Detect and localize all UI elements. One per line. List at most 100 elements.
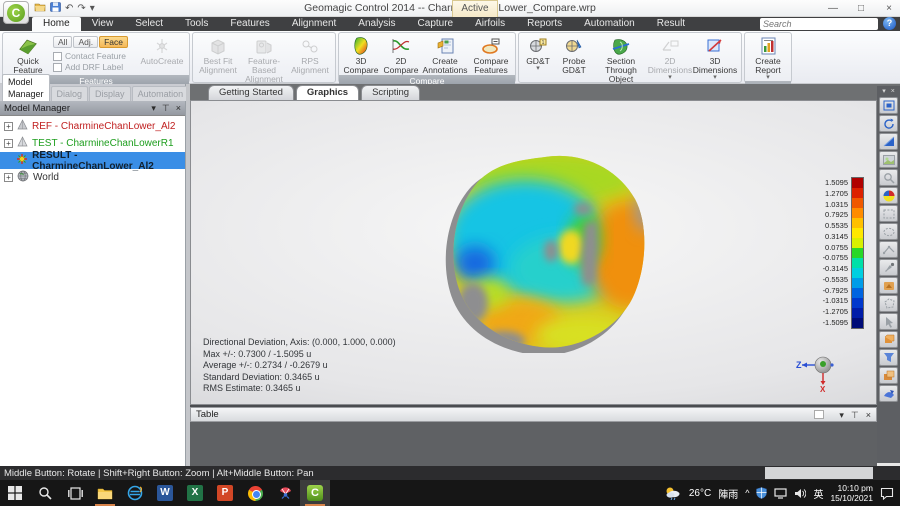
3d-dimensions-button[interactable]: 3D Dimensions ▾ <box>691 34 739 84</box>
filter-all-button[interactable]: All <box>53 36 72 48</box>
3d-dimensions-dropdown-icon[interactable]: ▾ <box>713 75 717 81</box>
probe-gdt-button[interactable]: Probe GD&T <box>555 34 593 84</box>
active-contextual-tab[interactable]: Active <box>452 0 498 17</box>
tree-item-world[interactable]: + World <box>0 169 185 186</box>
panel-close-icon[interactable]: × <box>176 103 181 113</box>
rotate-view-button[interactable] <box>879 115 898 132</box>
create-annotations-button[interactable]: Create Annotations <box>421 34 469 75</box>
best-fit-alignment-button[interactable]: Best Fit Alignment <box>195 34 241 84</box>
app-menu-button[interactable]: C <box>3 1 29 24</box>
weather-desc[interactable]: 陣雨 <box>718 486 738 501</box>
menu-tab-view[interactable]: View <box>81 17 125 31</box>
compare-features-button[interactable]: Compare Features <box>469 34 513 75</box>
maximize-button[interactable]: □ <box>854 3 868 14</box>
table-panel-button[interactable] <box>814 410 824 419</box>
search-input[interactable] <box>760 19 883 29</box>
table-close-icon[interactable]: × <box>866 410 871 420</box>
fit-view-button[interactable] <box>879 97 898 114</box>
menu-tab-features[interactable]: Features <box>219 17 280 31</box>
custom-region-button[interactable] <box>879 277 898 294</box>
powerpoint-button[interactable]: P <box>210 480 240 506</box>
table-menu-icon[interactable]: ▾ <box>839 410 844 420</box>
3d-deviation-model[interactable] <box>433 151 665 353</box>
taskbar-clock[interactable]: 10:10 pm 15/10/2021 <box>830 483 873 503</box>
menu-tab-select[interactable]: Select <box>124 17 174 31</box>
color-display-button[interactable] <box>879 187 898 204</box>
pointer-select-button[interactable] <box>879 313 898 330</box>
help-icon[interactable]: ? <box>883 17 896 30</box>
tab-getting-started[interactable]: Getting Started <box>208 85 294 100</box>
menu-tab-reports[interactable]: Reports <box>516 17 573 31</box>
feature-based-alignment-button[interactable]: Feature-Based Alignment <box>241 34 287 84</box>
2d-compare-button[interactable]: 2D Compare <box>381 34 421 75</box>
panel-tab-dialog[interactable]: Dialog <box>51 86 89 101</box>
file-explorer-button[interactable] <box>90 480 120 506</box>
autocreate-button[interactable]: AutoCreate <box>137 34 187 75</box>
capture-image-button[interactable] <box>879 151 898 168</box>
tree-item-result[interactable]: RESULT - CharmineChanLower_Al2 <box>0 152 185 169</box>
panel-pin-icon[interactable]: ⊤ <box>162 103 170 113</box>
internet-explorer-button[interactable] <box>120 480 150 506</box>
menu-tab-home[interactable]: Home <box>32 17 81 31</box>
menu-tab-automation[interactable]: Automation <box>573 17 646 31</box>
speaker-icon[interactable] <box>794 488 806 499</box>
line-select-button[interactable] <box>879 241 898 258</box>
panel-tab-display[interactable]: Display <box>89 86 131 101</box>
select-visible-button[interactable] <box>879 331 898 348</box>
3d-compare-button[interactable]: 3D Compare <box>341 34 381 75</box>
menu-tab-result[interactable]: Result <box>646 17 696 31</box>
menu-tab-alignment[interactable]: Alignment <box>281 17 347 31</box>
shaded-view-button[interactable] <box>879 133 898 150</box>
2d-dimensions-button[interactable]: 2D Dimensions ▾ <box>649 34 691 84</box>
select-through-button[interactable] <box>879 349 898 366</box>
tree-item-ref[interactable]: + REF - CharmineChanLower_Al2 <box>0 118 185 135</box>
menu-tab-airfoils[interactable]: Airfoils <box>464 17 516 31</box>
minimize-button[interactable]: — <box>826 3 840 14</box>
table-pin-icon[interactable]: ⊤ <box>851 410 859 420</box>
panel-tab-automation[interactable]: Automation <box>132 86 190 101</box>
input-language-indicator[interactable]: 英 <box>813 486 823 501</box>
expand-icon[interactable]: + <box>4 122 13 131</box>
toolbar-collapse-icon[interactable]: ▾ <box>882 88 886 95</box>
menu-tab-analysis[interactable]: Analysis <box>347 17 406 31</box>
filter-adj-button[interactable]: Adj. <box>73 36 98 48</box>
lasso-select-button[interactable] <box>879 223 898 240</box>
filter-face-button[interactable]: Face <box>99 36 128 48</box>
tab-scripting[interactable]: Scripting <box>361 85 420 100</box>
gdt-dropdown-icon[interactable]: ▾ <box>536 66 540 72</box>
graphics-viewport[interactable]: 1.5095 1.2705 1.0315 0.7925 0.5535 0.314… <box>190 100 877 405</box>
excel-button[interactable]: X <box>180 480 210 506</box>
panel-menu-icon[interactable]: ▾ <box>151 103 156 113</box>
weather-temp[interactable]: 26°C <box>689 488 711 499</box>
rectangle-select-button[interactable] <box>879 205 898 222</box>
panel-tab-model-manager[interactable]: Model Manager <box>2 74 50 101</box>
quick-feature-button[interactable]: Quick Feature <box>5 34 51 75</box>
flip-normals-button[interactable] <box>879 385 898 402</box>
close-button[interactable]: × <box>882 3 896 14</box>
word-button[interactable]: W <box>150 480 180 506</box>
expand-icon[interactable]: + <box>4 139 13 148</box>
zoom-window-button[interactable] <box>879 169 898 186</box>
defender-shield-icon[interactable] <box>756 487 767 499</box>
weather-icon[interactable] <box>664 486 682 500</box>
gdt-button[interactable]: 1 GD&T ▾ <box>521 34 555 84</box>
geomagic-taskbar-button[interactable]: C <box>300 480 330 506</box>
section-through-object-button[interactable]: Section Through Object <box>593 34 649 84</box>
create-report-button[interactable]: Create Report ▾ <box>747 34 789 81</box>
toolbar-close-icon[interactable]: × <box>891 88 895 95</box>
action-center-icon[interactable] <box>880 487 894 500</box>
expand-icon[interactable]: + <box>4 173 13 182</box>
table-panel-body[interactable] <box>190 422 877 466</box>
backface-mode-button[interactable] <box>879 367 898 384</box>
task-view-button[interactable] <box>60 480 90 506</box>
chrome-button[interactable] <box>240 480 270 506</box>
start-button[interactable] <box>0 480 30 506</box>
rps-alignment-button[interactable]: RPS Alignment <box>287 34 333 84</box>
add-drf-label-checkbox[interactable] <box>53 63 62 72</box>
tray-expand-icon[interactable]: ^ <box>745 488 749 498</box>
polygon-select-button[interactable] <box>879 295 898 312</box>
contact-feature-checkbox[interactable] <box>53 52 62 61</box>
menu-tab-capture[interactable]: Capture <box>407 17 465 31</box>
network-icon[interactable] <box>774 488 787 499</box>
taskbar-search-button[interactable] <box>30 480 60 506</box>
